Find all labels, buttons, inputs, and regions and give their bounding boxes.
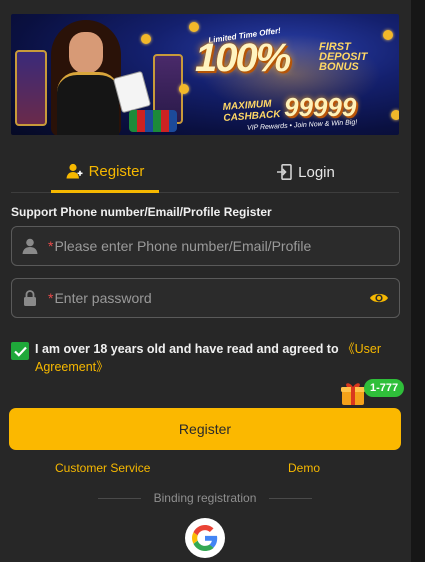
coin-icon xyxy=(189,22,199,32)
banner-first-deposit: FIRST DEPOSIT BONUS xyxy=(319,42,367,73)
customer-service-link[interactable]: Customer Service xyxy=(55,461,150,475)
phone-email-field[interactable]: * Please enter Phone number/Email/Profil… xyxy=(11,226,400,266)
casino-chips-image xyxy=(129,110,177,132)
coin-icon xyxy=(179,84,189,94)
google-login-button[interactable] xyxy=(185,518,225,558)
coin-icon xyxy=(391,110,399,120)
lock-icon xyxy=(12,290,48,306)
divider-line xyxy=(269,497,313,499)
register-hint: Support Phone number/Email/Profile Regis… xyxy=(11,205,272,219)
phone-input-wrap: * Please enter Phone number/Email/Profil… xyxy=(48,227,399,265)
password-field[interactable]: * Enter password xyxy=(11,278,400,318)
agreement-checkbox[interactable] xyxy=(11,342,29,360)
coin-icon xyxy=(383,30,393,40)
eye-icon[interactable] xyxy=(369,289,389,312)
gift-icon[interactable] xyxy=(340,380,366,406)
banner-model-body xyxy=(57,72,119,135)
auth-tabs: Register Login xyxy=(11,152,399,193)
user-icon xyxy=(12,238,48,254)
banner-model-face xyxy=(69,32,103,74)
binding-divider: Binding registration xyxy=(98,490,313,506)
banner-first-line3: BONUS xyxy=(319,61,359,73)
tab-login[interactable]: Login xyxy=(266,152,346,192)
promo-banner[interactable]: Limited Time Offer! 100% FIRST DEPOSIT B… xyxy=(11,14,399,135)
page-edge xyxy=(411,0,425,562)
banner-max-cashback: MAXIMUM CASHBACK xyxy=(222,98,281,124)
checkmark-icon xyxy=(13,346,27,357)
coin-icon xyxy=(141,34,151,44)
agreement-text-block: I am over 18 years old and have read and… xyxy=(35,340,391,376)
agreement-text: I am over 18 years old and have read and… xyxy=(35,342,339,356)
required-mark: * xyxy=(48,238,54,254)
agreement-row: I am over 18 years old and have read and… xyxy=(11,340,391,376)
password-input-wrap: * Enter password xyxy=(48,279,399,317)
login-door-icon xyxy=(277,164,292,180)
register-button[interactable]: Register xyxy=(9,408,401,450)
required-mark: * xyxy=(48,290,54,306)
password-placeholder: Enter password xyxy=(54,290,152,306)
divider-line xyxy=(98,497,141,499)
promo-badge[interactable]: 1-777 xyxy=(364,379,405,397)
google-icon xyxy=(192,525,218,551)
slot-machine-image xyxy=(15,50,47,126)
tab-login-label: Login xyxy=(298,163,335,181)
tab-register[interactable]: Register xyxy=(51,152,159,193)
demo-link[interactable]: Demo xyxy=(288,461,320,475)
tab-register-label: Register xyxy=(88,162,145,180)
phone-placeholder: Please enter Phone number/Email/Profile xyxy=(54,238,312,254)
add-user-icon xyxy=(66,163,83,179)
banner-percent-text: 100% xyxy=(195,36,291,80)
binding-registration-label: Binding registration xyxy=(153,491,257,505)
banner-amount-text: 99999 xyxy=(284,92,357,122)
